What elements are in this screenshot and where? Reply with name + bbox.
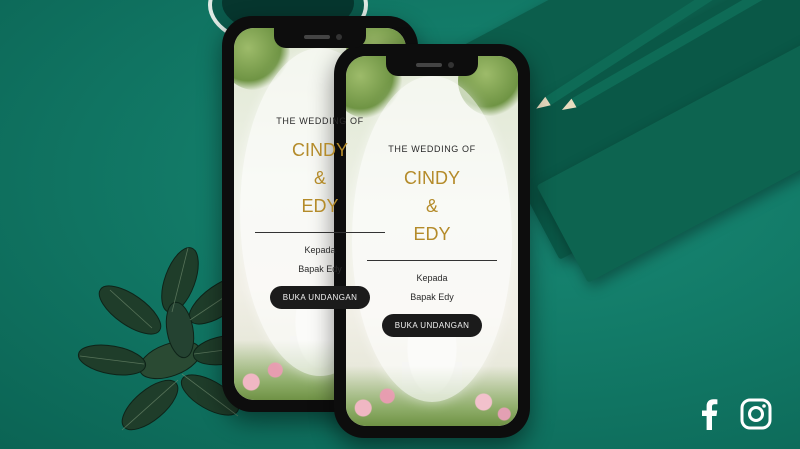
invitation-screen-front: THE WEDDING OF CINDY & EDY Kepada Bapak … <box>346 56 518 426</box>
recipient-name: Bapak Edy <box>298 264 342 274</box>
invitation-content: THE WEDDING OF CINDY & EDY Kepada Bapak … <box>346 56 518 426</box>
groom-name: EDY <box>413 224 451 244</box>
phone-notch <box>386 56 478 76</box>
instagram-icon[interactable] <box>740 398 772 435</box>
facebook-icon[interactable] <box>700 398 718 435</box>
wedding-heading: THE WEDDING OF <box>388 144 476 154</box>
recipient-label: Kepada <box>304 245 336 255</box>
phone-front: THE WEDDING OF CINDY & EDY Kepada Bapak … <box>334 44 530 438</box>
social-links <box>700 398 772 435</box>
phone-notch <box>274 28 366 48</box>
bride-name: CINDY <box>403 168 460 188</box>
open-invitation-button[interactable]: BUKA UNDANGAN <box>381 314 483 337</box>
recipient-name: Bapak Edy <box>410 292 454 302</box>
recipient-label: Kepada <box>416 273 448 283</box>
groom-name: EDY <box>301 196 339 216</box>
ampersand: & <box>313 168 326 188</box>
ampersand: & <box>425 196 438 216</box>
bride-name: CINDY <box>291 140 348 160</box>
divider-line <box>367 260 497 261</box>
